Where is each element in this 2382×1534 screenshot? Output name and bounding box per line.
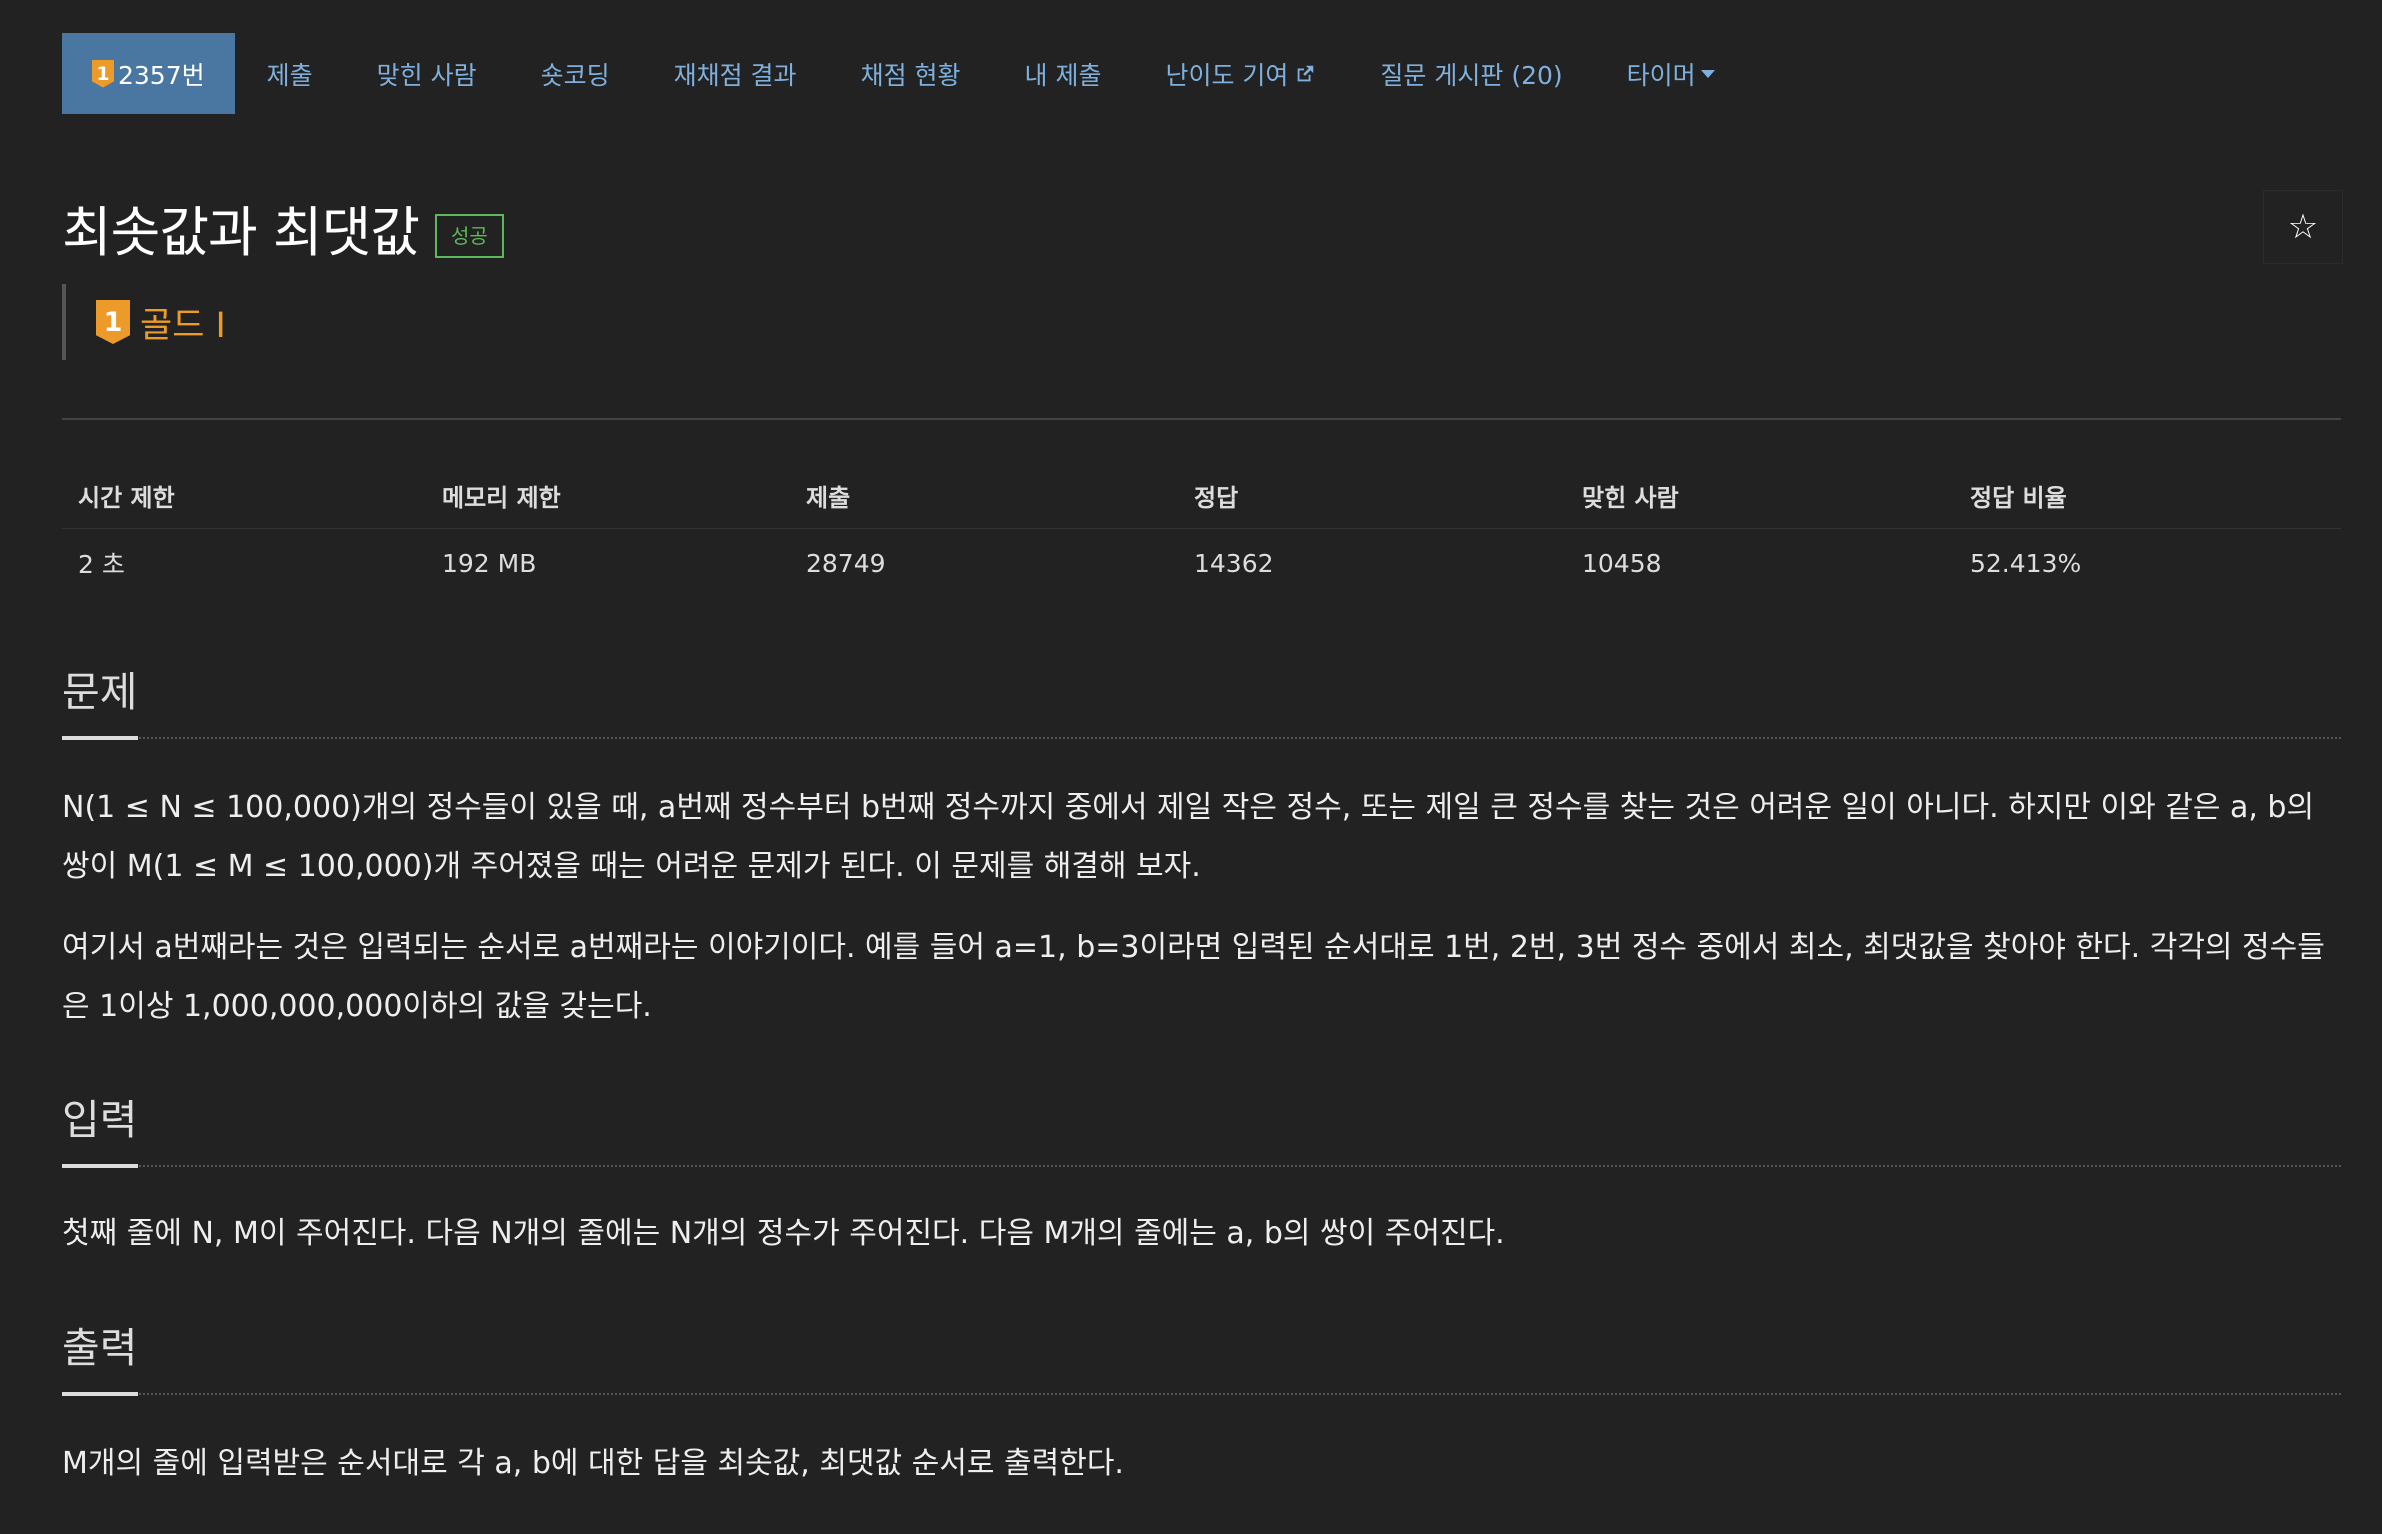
nav-item-label: 난이도 기여 [1165,60,1289,90]
nav-item-difficulty-contribution[interactable]: 난이도 기여 [1133,33,1348,114]
value-accepted: 14362 [1194,548,1274,578]
nav-item-label: 질문 게시판 (20) [1380,60,1563,90]
header-memory-limit: 메모리 제한 [426,462,790,529]
table-header-row: 시간 제한 메모리 제한 제출 정답 맞힌 사람 정답 비율 [62,462,2341,529]
nav-item-label: 숏코딩 [540,60,610,90]
nav-item-label: 타이머 [1626,60,1696,90]
star-outline-icon: ☆ [2287,207,2319,247]
section-problem: 문제 N(1 ≤ N ≤ 100,000)개의 정수들이 있을 때, a번째 정… [62,664,2341,1058]
section-header: 출력 [62,1320,2341,1396]
nav-item-qna-board[interactable]: 질문 게시판 (20) [1348,33,1594,114]
nav-item-label: 내 제출 [1024,60,1102,90]
section-title: 입력 [62,1096,138,1144]
problem-paragraph: N(1 ≤ N ≤ 100,000)개의 정수들이 있을 때, a번째 정수부터… [62,790,2315,884]
nav-item-problem[interactable]: 1 2357번 [62,33,235,114]
section-body: N(1 ≤ N ≤ 100,000)개의 정수들이 있을 때, a번째 정수부터… [62,778,2341,1036]
header-accepted: 정답 [1178,462,1566,529]
favorite-star-button[interactable]: ☆ [2263,190,2343,264]
divider [62,418,2341,420]
external-link-icon [1298,65,1314,81]
value-time-limit: 2 초 [78,550,125,579]
section-input: 입력 첫째 줄에 N, M이 주어진다. 다음 N개의 줄에는 N개의 정수가 … [62,1092,2341,1285]
section-output: 출력 M개의 줄에 입력받은 순서대로 각 a, b에 대한 답을 최솟값, 최… [62,1320,2341,1515]
header-accept-ratio: 정답 비율 [1954,462,2341,529]
problem-nav: 1 2357번 제출 맞힌 사람 숏코딩 재채점 결과 채점 현황 내 제출 난… [62,33,1747,114]
section-header: 문제 [62,664,2341,740]
section-header: 입력 [62,1092,2341,1168]
nav-item-label: 맞힌 사람 [376,60,477,90]
tier-badge-icon: 1 [96,300,130,344]
section-underline [62,736,138,740]
section-body: M개의 줄에 입력받은 순서대로 각 a, b에 대한 답을 최솟값, 최댓값 … [62,1434,2341,1493]
section-divider [62,737,2341,739]
nav-item-rejudge-results[interactable]: 재채점 결과 [642,33,829,114]
problem-tier: 1 골드 I [62,284,226,360]
section-underline [62,1392,138,1396]
section-title: 출력 [62,1324,138,1372]
result-badge: 성공 [434,213,504,258]
tier-label: 골드 I [140,305,226,346]
nav-item-my-submissions[interactable]: 내 제출 [993,33,1134,114]
nav-item-label: 2357번 [118,60,205,90]
value-memory-limit: 192 MB [442,548,537,578]
section-title: 문제 [62,668,138,716]
problem-info-table: 시간 제한 메모리 제한 제출 정답 맞힌 사람 정답 비율 2 초 192 M… [62,462,2341,597]
nav-item-solvers[interactable]: 맞힌 사람 [345,33,509,114]
section-divider [62,1165,2341,1167]
output-paragraph: M개의 줄에 입력받은 순서대로 각 a, b에 대한 답을 최솟값, 최댓값 … [62,1446,1124,1481]
header-time-limit: 시간 제한 [62,462,426,529]
nav-item-judge-status[interactable]: 채점 현황 [829,33,993,114]
value-solvers: 10458 [1582,548,1662,578]
header-submissions: 제출 [790,462,1178,529]
section-underline [62,1164,138,1168]
nav-item-label: 제출 [266,60,313,90]
header-solvers: 맞힌 사람 [1566,462,1954,529]
value-submissions: 28749 [806,548,886,578]
problem-title: 최솟값과 최댓값 [62,201,420,264]
table-row: 2 초 192 MB 28749 14362 10458 52.413% [62,529,2341,598]
problem-title-row: 최솟값과 최댓값 성공 [62,188,504,267]
tier-badge-icon: 1 [92,59,114,88]
problem-page: 1 2357번 제출 맞힌 사람 숏코딩 재채점 결과 채점 현황 내 제출 난… [0,0,2382,1534]
nav-item-label: 재채점 결과 [673,60,797,90]
problem-paragraph: 여기서 a번째라는 것은 입력되는 순서로 a번째라는 이야기이다. 예를 들어… [62,930,2325,1024]
nav-item-timer[interactable]: 타이머 [1595,33,1747,114]
caret-down-icon [1700,69,1715,78]
nav-item-label: 채점 현황 [860,60,961,90]
section-divider [62,1393,2341,1395]
input-paragraph: 첫째 줄에 N, M이 주어진다. 다음 N개의 줄에는 N개의 정수가 주어진… [62,1216,1505,1251]
value-accept-ratio: 52.413% [1970,548,2082,578]
section-body: 첫째 줄에 N, M이 주어진다. 다음 N개의 줄에는 N개의 정수가 주어진… [62,1204,2341,1263]
nav-item-short-coding[interactable]: 숏코딩 [509,33,642,114]
nav-item-submit[interactable]: 제출 [235,33,345,114]
